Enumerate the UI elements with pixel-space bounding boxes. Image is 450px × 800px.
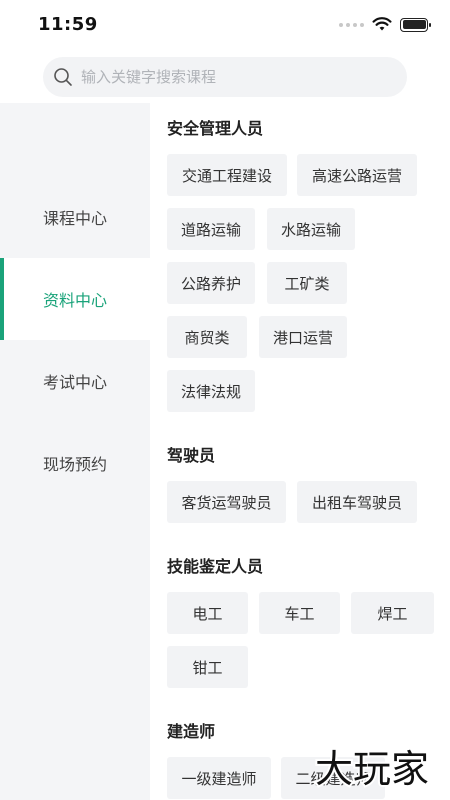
category-tag[interactable]: 公路养护 bbox=[167, 262, 255, 304]
category-tag[interactable]: 水路运输 bbox=[267, 208, 355, 250]
category-content: 安全管理人员 交通工程建设 高速公路运营 道路运输 水路运输 公路养护 工矿类 … bbox=[150, 103, 450, 800]
sidebar-item-label: 课程中心 bbox=[42, 209, 107, 228]
watermark-logo: 大玩家 bbox=[313, 745, 431, 793]
sidebar: 课程中心 资料中心 考试中心 现场预约 bbox=[0, 103, 150, 800]
svg-text:大玩家: 大玩家 bbox=[315, 747, 429, 791]
category-tag[interactable]: 工矿类 bbox=[267, 262, 347, 304]
category-tag[interactable]: 钳工 bbox=[167, 646, 248, 688]
sidebar-item-label: 现场预约 bbox=[42, 455, 107, 474]
category-tag[interactable]: 一级建造师 bbox=[167, 757, 271, 799]
sidebar-item-label: 资料中心 bbox=[42, 291, 107, 310]
category-tag[interactable]: 港口运营 bbox=[259, 316, 347, 358]
category-tag[interactable]: 电工 bbox=[167, 592, 248, 634]
category-tag[interactable]: 法律法规 bbox=[167, 370, 255, 412]
status-time: 11:59 bbox=[38, 14, 98, 35]
status-bar: 11:59 bbox=[0, 0, 450, 50]
category-tag[interactable]: 道路运输 bbox=[167, 208, 255, 250]
search-bar[interactable] bbox=[43, 57, 407, 97]
category-tag[interactable]: 交通工程建设 bbox=[167, 154, 287, 196]
search-input[interactable] bbox=[81, 68, 381, 86]
category-tag[interactable]: 商贸类 bbox=[167, 316, 247, 358]
category-tag[interactable]: 出租车驾驶员 bbox=[297, 481, 417, 523]
sidebar-item-materials[interactable]: 资料中心 bbox=[0, 258, 150, 340]
section-title: 技能鉴定人员 bbox=[167, 557, 264, 576]
sidebar-item-appointment[interactable]: 现场预约 bbox=[0, 422, 150, 504]
category-tag[interactable]: 高速公路运营 bbox=[297, 154, 417, 196]
sidebar-item-courses[interactable]: 课程中心 bbox=[0, 176, 150, 258]
status-icons bbox=[339, 17, 431, 32]
section-title: 建造师 bbox=[167, 722, 216, 741]
sidebar-item-exams[interactable]: 考试中心 bbox=[0, 340, 150, 422]
section-title: 安全管理人员 bbox=[167, 119, 264, 138]
battery-icon bbox=[400, 17, 431, 32]
section-title: 驾驶员 bbox=[167, 446, 216, 465]
category-tag[interactable]: 焊工 bbox=[351, 592, 434, 634]
category-tag[interactable]: 车工 bbox=[259, 592, 340, 634]
sidebar-item-label: 考试中心 bbox=[42, 373, 107, 392]
search-icon bbox=[54, 68, 72, 86]
category-tag[interactable]: 客货运驾驶员 bbox=[167, 481, 286, 523]
signal-icon bbox=[339, 22, 364, 27]
wifi-icon bbox=[372, 17, 392, 31]
